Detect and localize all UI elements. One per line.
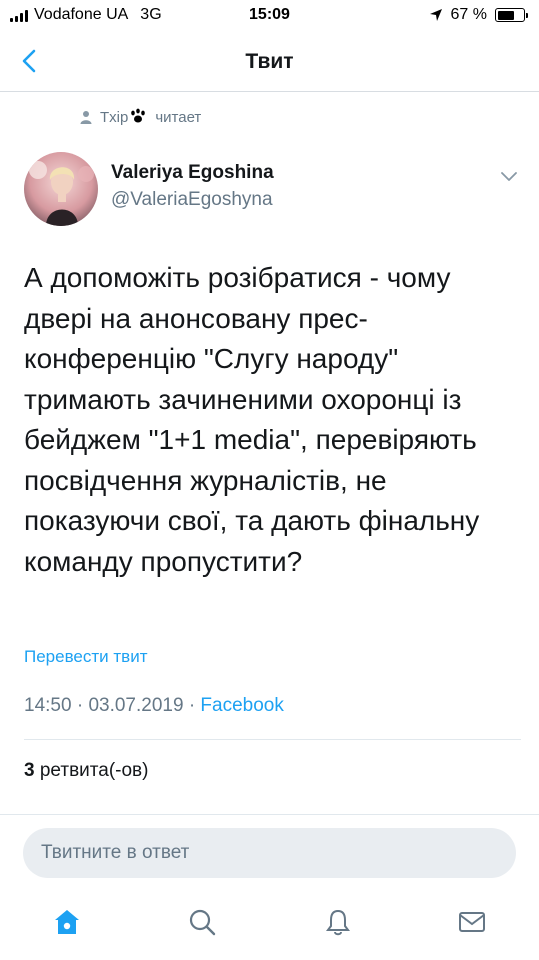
author-handle[interactable]: @ValeriaEgoshyna: [111, 189, 273, 211]
tweet-source-link[interactable]: Facebook: [200, 695, 283, 716]
search-icon: [189, 909, 216, 936]
social-context: Txip читает: [80, 108, 201, 126]
battery-icon: [495, 8, 528, 22]
context-action: читает: [155, 108, 202, 126]
status-bar: Vodafone UA 3G 15:09 67 %: [0, 0, 539, 30]
retweet-count: 3: [24, 760, 35, 781]
paw-icon: [131, 108, 146, 123]
translate-tweet-link[interactable]: Перевести твит: [24, 647, 147, 667]
page-title: Твит: [245, 50, 294, 73]
chevron-down-icon: [501, 172, 517, 181]
reply-input[interactable]: Твитните в ответ: [23, 828, 516, 878]
battery-level: [497, 10, 515, 20]
tweet-date: 03.07.2019: [88, 695, 184, 716]
meta-separator: ·: [76, 695, 89, 716]
battery-percent: 67 %: [450, 6, 487, 23]
home-icon: [55, 910, 79, 934]
messages-icon: [459, 912, 485, 932]
tab-home[interactable]: [50, 905, 84, 939]
tab-search[interactable]: [185, 905, 219, 939]
person-icon: [80, 111, 92, 124]
retweet-stats[interactable]: 3 ретвита(-ов): [24, 760, 148, 782]
avatar[interactable]: [24, 152, 98, 226]
location-arrow-icon: [429, 9, 442, 21]
tab-notifications[interactable]: [321, 905, 355, 939]
tweet-options-button[interactable]: [497, 168, 521, 186]
divider: [0, 814, 539, 815]
context-user[interactable]: Txip: [100, 108, 147, 126]
tweet-text: А допоможіть розібратися - чому двері на…: [24, 262, 480, 577]
navigation-bar: Твит: [0, 30, 539, 92]
retweet-label: ретвита(-ов): [39, 760, 149, 781]
tweet-time: 14:50: [24, 695, 72, 716]
divider: [24, 739, 521, 740]
status-bar-right: 67 %: [429, 6, 528, 24]
tab-messages[interactable]: [455, 905, 489, 939]
avatar-image: [24, 152, 98, 226]
notifications-icon: [326, 909, 350, 936]
meta-separator: ·: [188, 695, 201, 716]
author-name[interactable]: Valeriya Egoshina: [111, 162, 274, 184]
tab-bar: [0, 895, 539, 955]
tweet-meta: 14:50 · 03.07.2019 · Facebook: [24, 695, 284, 717]
